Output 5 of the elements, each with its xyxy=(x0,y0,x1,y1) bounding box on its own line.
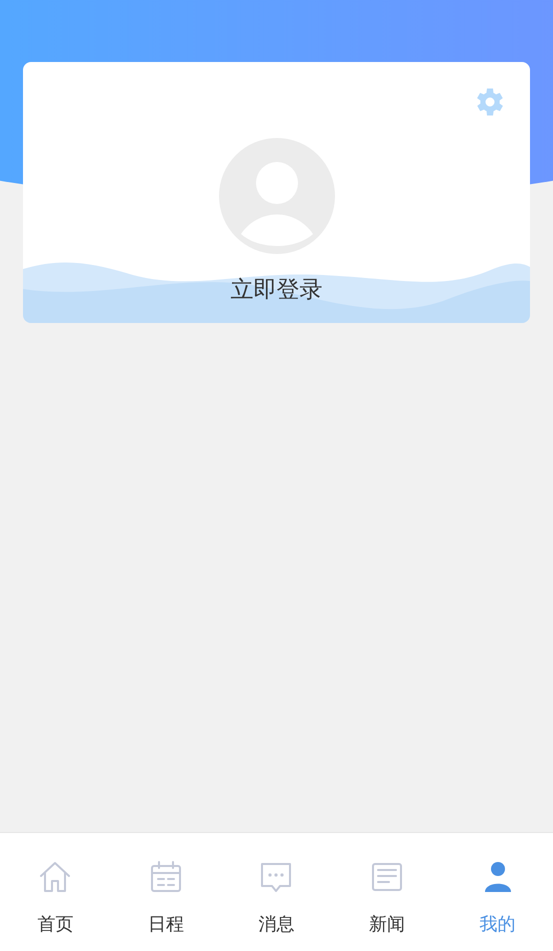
login-link[interactable]: 立即登录 xyxy=(230,274,322,304)
tab-item[interactable]: 首页 xyxy=(0,833,111,951)
tab-item[interactable]: 新闻 xyxy=(332,833,442,951)
tab-item[interactable]: 日程 xyxy=(110,833,222,951)
tab-item[interactable]: 消息 xyxy=(221,833,332,951)
